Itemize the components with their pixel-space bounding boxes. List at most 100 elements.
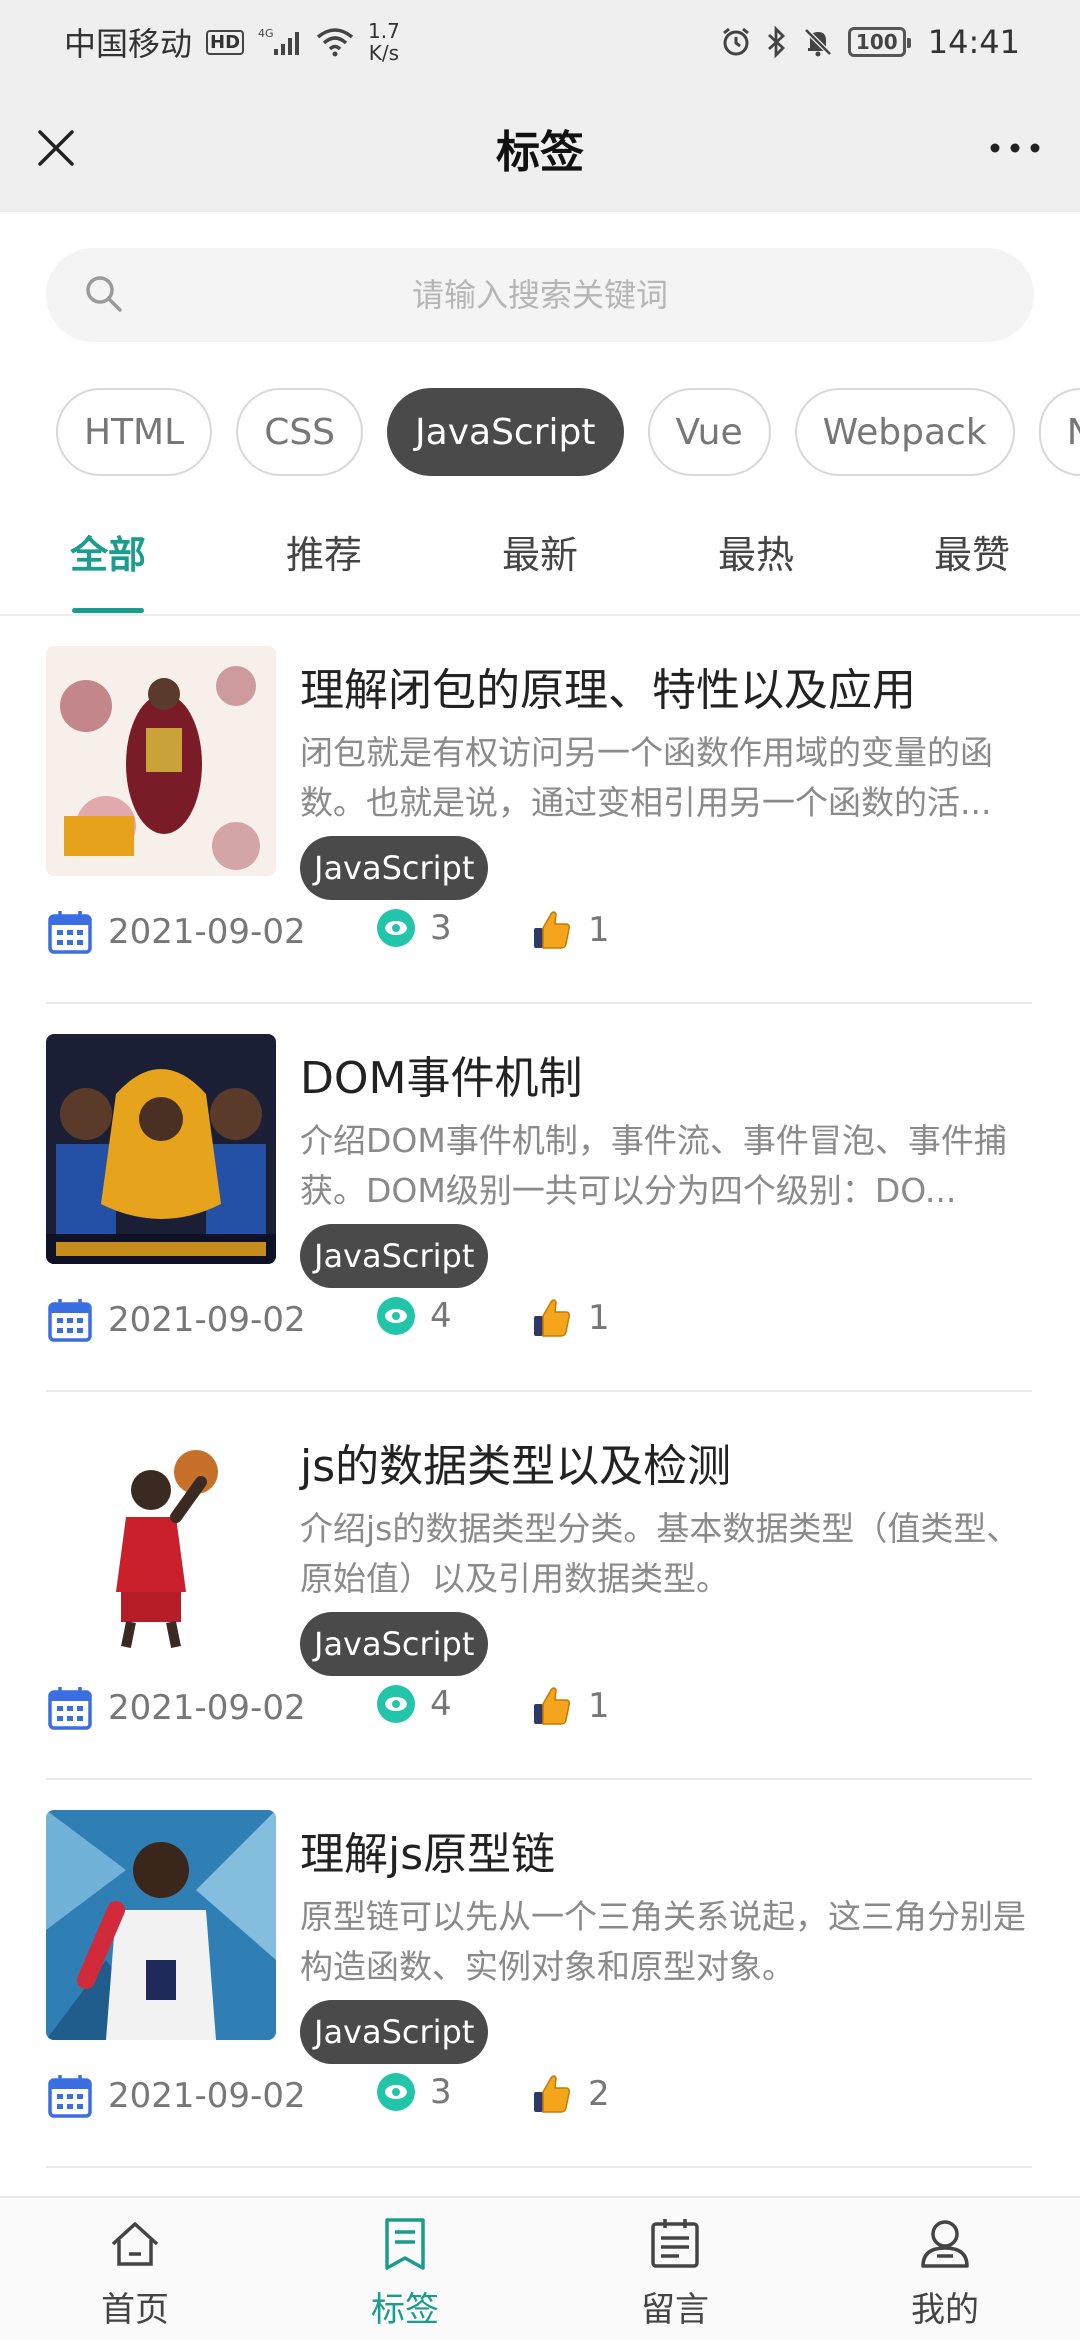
nav-label-messages: 留言 <box>641 2290 709 2330</box>
article-description: 介绍js的数据类型分类。基本数据类型（值类型、原始值）以及引用数据类型。 <box>300 1509 1020 1598</box>
nav-label-home: 首页 <box>101 2290 169 2330</box>
article-description: 介绍DOM事件机制，事件流、事件冒泡、事件捕获。DOM级别一共可以分为四个级别：… <box>300 1121 1007 1210</box>
article-meta: 2021-09-02 3 1 <box>46 908 1026 968</box>
article-card[interactable]: 理解js原型链 原型链可以先从一个三角关系说起，这三角分别是构造函数、实例对象和… <box>46 1780 1032 2168</box>
article-card[interactable]: DOM事件机制 介绍DOM事件机制，事件流、事件冒泡、事件捕获。DOM级别一共可… <box>46 1004 1032 1392</box>
article-meta: 2021-09-02 4 1 <box>46 1684 1026 1744</box>
net-speed: 1.7 K/s <box>368 20 400 64</box>
article-likes[interactable]: 1 <box>530 1296 610 1340</box>
calendar-icon <box>48 1687 92 1730</box>
svg-text:4G: 4G <box>258 27 274 40</box>
article-thumbnail <box>46 1810 276 2040</box>
home-icon <box>111 2222 159 2266</box>
thumbs-up-icon <box>534 911 570 949</box>
view-eye-icon <box>377 1297 415 1335</box>
article-card[interactable]: js的数据类型以及检测 介绍js的数据类型分类。基本数据类型（值类型、原始值）以… <box>46 1392 1032 1780</box>
tab-most-liked[interactable]: 最赞 <box>892 524 1052 579</box>
alarm-icon <box>720 26 752 58</box>
article-thumbnail <box>46 1422 276 1652</box>
nav-label-profile: 我的 <box>911 2290 979 2330</box>
article-likes[interactable]: 2 <box>530 2072 610 2116</box>
calendar-icon <box>48 1299 92 1342</box>
article-date: 2021-09-02 <box>46 1296 306 1344</box>
article-title[interactable]: js的数据类型以及检测 <box>300 1430 1030 1494</box>
tag-doc-icon <box>385 2218 425 2270</box>
article-views: 3 <box>376 2072 452 2112</box>
article-tag-badge[interactable]: JavaScript <box>300 1612 489 1676</box>
title-bar: 标签 <box>0 84 1080 212</box>
net-speed-unit: K/s <box>368 41 400 65</box>
article-likes-count: 1 <box>588 1298 610 1338</box>
thumbs-up-icon <box>534 1299 570 1337</box>
article-card[interactable]: 理解闭包的原理、特性以及应用 闭包就是有权访问另一个函数作用域的变量的函数。也就… <box>46 616 1032 1004</box>
view-eye-icon <box>377 909 415 947</box>
view-eye-icon <box>377 2073 415 2111</box>
tag-chip-vue[interactable]: Vue <box>647 388 771 476</box>
article-date-text: 2021-09-02 <box>108 2076 306 2116</box>
thumbs-up-icon <box>534 1687 570 1725</box>
article-date-text: 2021-09-02 <box>108 912 306 952</box>
active-tab-indicator <box>72 608 144 613</box>
article-date-text: 2021-09-02 <box>108 1688 306 1728</box>
article-likes-count: 1 <box>588 910 610 950</box>
status-bar: 中国移动 HD 4G 1.7 K/s 100 14:41 <box>0 0 1080 84</box>
search-icon <box>86 276 122 312</box>
clock: 14:41 <box>927 23 1020 61</box>
article-date: 2021-09-02 <box>46 2072 306 2120</box>
article-date: 2021-09-02 <box>46 908 306 956</box>
article-views-count: 4 <box>430 1684 452 1724</box>
article-views-count: 3 <box>430 2072 452 2112</box>
profile-icon <box>921 2220 969 2268</box>
tag-chip-javascript[interactable]: JavaScript <box>387 388 624 476</box>
battery-icon: 100 <box>847 27 911 57</box>
message-board-icon <box>651 2219 699 2268</box>
article-title[interactable]: 理解js原型链 <box>300 1818 1030 1882</box>
nav-item-tags[interactable]: 标签 <box>335 2216 475 2331</box>
search-bar[interactable] <box>46 248 1034 342</box>
view-eye-icon <box>377 1685 415 1723</box>
article-tag-badge[interactable]: JavaScript <box>300 1224 489 1288</box>
close-icon <box>38 130 74 166</box>
article-date-text: 2021-09-02 <box>108 1300 306 1340</box>
tab-hottest[interactable]: 最热 <box>676 524 836 579</box>
article-views-count: 4 <box>430 1296 452 1336</box>
more-button[interactable] <box>980 122 1050 174</box>
search-input[interactable] <box>46 248 1034 342</box>
net-speed-value: 1.7 <box>368 19 400 43</box>
article-tag-badge[interactable]: JavaScript <box>300 836 489 900</box>
article-title[interactable]: 理解闭包的原理、特性以及应用 <box>300 654 1030 718</box>
calendar-icon <box>48 2075 92 2118</box>
tag-filter-row: HTML CSS JavaScript Vue Webpack N <box>0 388 1080 480</box>
tab-all[interactable]: 全部 <box>28 524 188 579</box>
thumbs-up-icon <box>534 2075 570 2113</box>
article-date: 2021-09-02 <box>46 1684 306 1732</box>
bottom-nav: 首页 标签 留言 我的 <box>0 2196 1080 2340</box>
article-thumbnail <box>46 1034 276 1264</box>
nav-item-profile[interactable]: 我的 <box>875 2216 1015 2331</box>
hd-icon: HD <box>206 29 245 55</box>
nav-item-home[interactable]: 首页 <box>65 2216 205 2331</box>
article-views: 3 <box>376 908 452 948</box>
tag-chip-partial[interactable]: N <box>1038 388 1080 476</box>
page-title: 标签 <box>496 127 584 178</box>
article-likes[interactable]: 1 <box>530 908 610 952</box>
close-button[interactable] <box>30 122 82 174</box>
tag-chip-css[interactable]: CSS <box>236 388 364 476</box>
sort-tabs: 全部 推荐 最新 最热 最赞 <box>0 506 1080 616</box>
article-likes[interactable]: 1 <box>530 1684 610 1728</box>
article-description: 原型链可以先从一个三角关系说起，这三角分别是构造函数、实例对象和原型对象。 <box>300 1897 1026 1986</box>
article-meta: 2021-09-02 3 2 <box>46 2072 1026 2132</box>
article-views-count: 3 <box>430 908 452 948</box>
tag-chip-webpack[interactable]: Webpack <box>794 388 1015 476</box>
bluetooth-icon <box>766 26 788 58</box>
nav-item-messages[interactable]: 留言 <box>605 2216 745 2331</box>
tab-recommended[interactable]: 推荐 <box>244 524 404 579</box>
article-tag-badge[interactable]: JavaScript <box>300 2000 489 2064</box>
signal-icon: 4G <box>258 27 302 57</box>
tag-chip-html[interactable]: HTML <box>56 388 213 476</box>
article-description: 闭包就是有权访问另一个函数作用域的变量的函数。也就是说，通过变相引用另一个函数的… <box>300 733 993 822</box>
tab-newest[interactable]: 最新 <box>460 524 620 579</box>
article-title[interactable]: DOM事件机制 <box>300 1042 1030 1106</box>
article-thumbnail <box>46 646 276 876</box>
more-dots-icon <box>990 143 1040 153</box>
